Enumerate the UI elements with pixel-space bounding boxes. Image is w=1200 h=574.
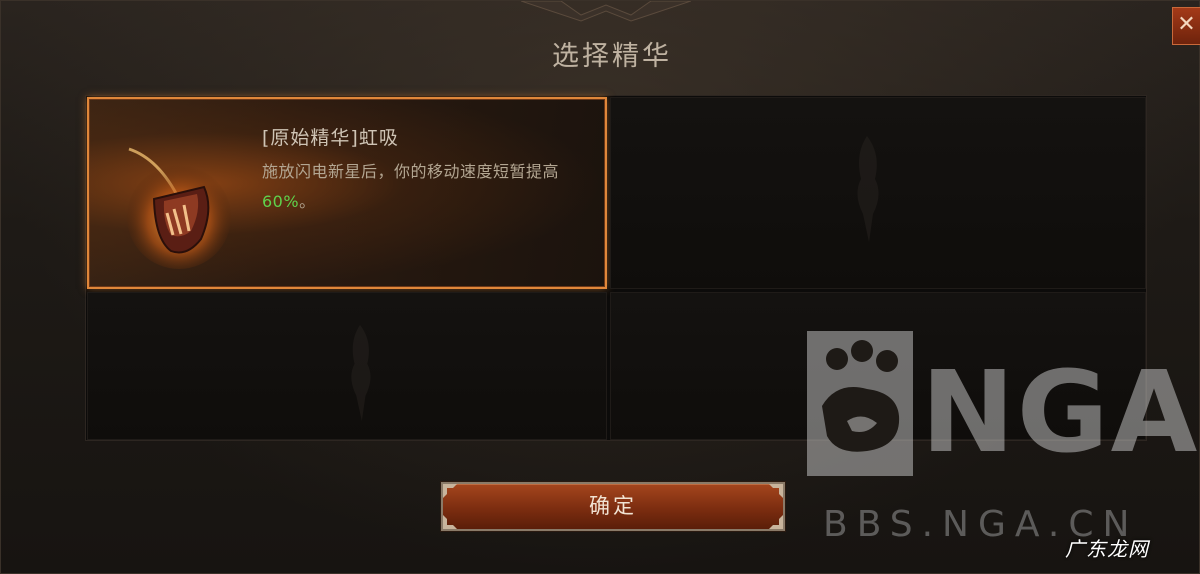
essence-description: 施放闪电新星后，你的移动速度短暂提高 60%。: [262, 157, 602, 217]
button-corner-icon: [443, 515, 457, 529]
essence-silhouette-icon: [857, 136, 879, 242]
button-corner-icon: [769, 484, 783, 498]
confirm-button[interactable]: 确定: [441, 482, 785, 531]
essence-slot-empty[interactable]: [610, 97, 1146, 289]
essence-silhouette-icon: [351, 324, 371, 422]
essence-description-text: 施放闪电新星后，你的移动速度短暂提高: [262, 162, 560, 181]
watermark-logo-text: NGA: [921, 348, 1200, 478]
essence-claw-shield-icon: [127, 147, 231, 269]
essence-description-suffix: 。: [299, 192, 316, 211]
paw-logo-icon: [807, 331, 913, 476]
essence-name: [原始精华]虹吸: [262, 127, 399, 149]
essence-description-value: 60%: [262, 192, 300, 211]
nga-watermark: NGA: [807, 331, 1197, 476]
essence-select-dialog: ✕ 选择精华 [原始精华]虹吸 施放闪电新星后，你的移动速度短暂提高60%。 确…: [0, 0, 1200, 574]
essence-slot-selected[interactable]: [原始精华]虹吸 施放闪电新星后，你的移动速度短暂提高 60%。: [87, 97, 607, 289]
button-corner-icon: [769, 515, 783, 529]
essence-slot-empty[interactable]: [87, 292, 607, 440]
corner-watermark: 广东龙网: [1065, 537, 1149, 561]
top-ornament-icon: [521, 1, 691, 22]
button-corner-icon: [443, 484, 457, 498]
dialog-title: 选择精华: [552, 41, 672, 72]
